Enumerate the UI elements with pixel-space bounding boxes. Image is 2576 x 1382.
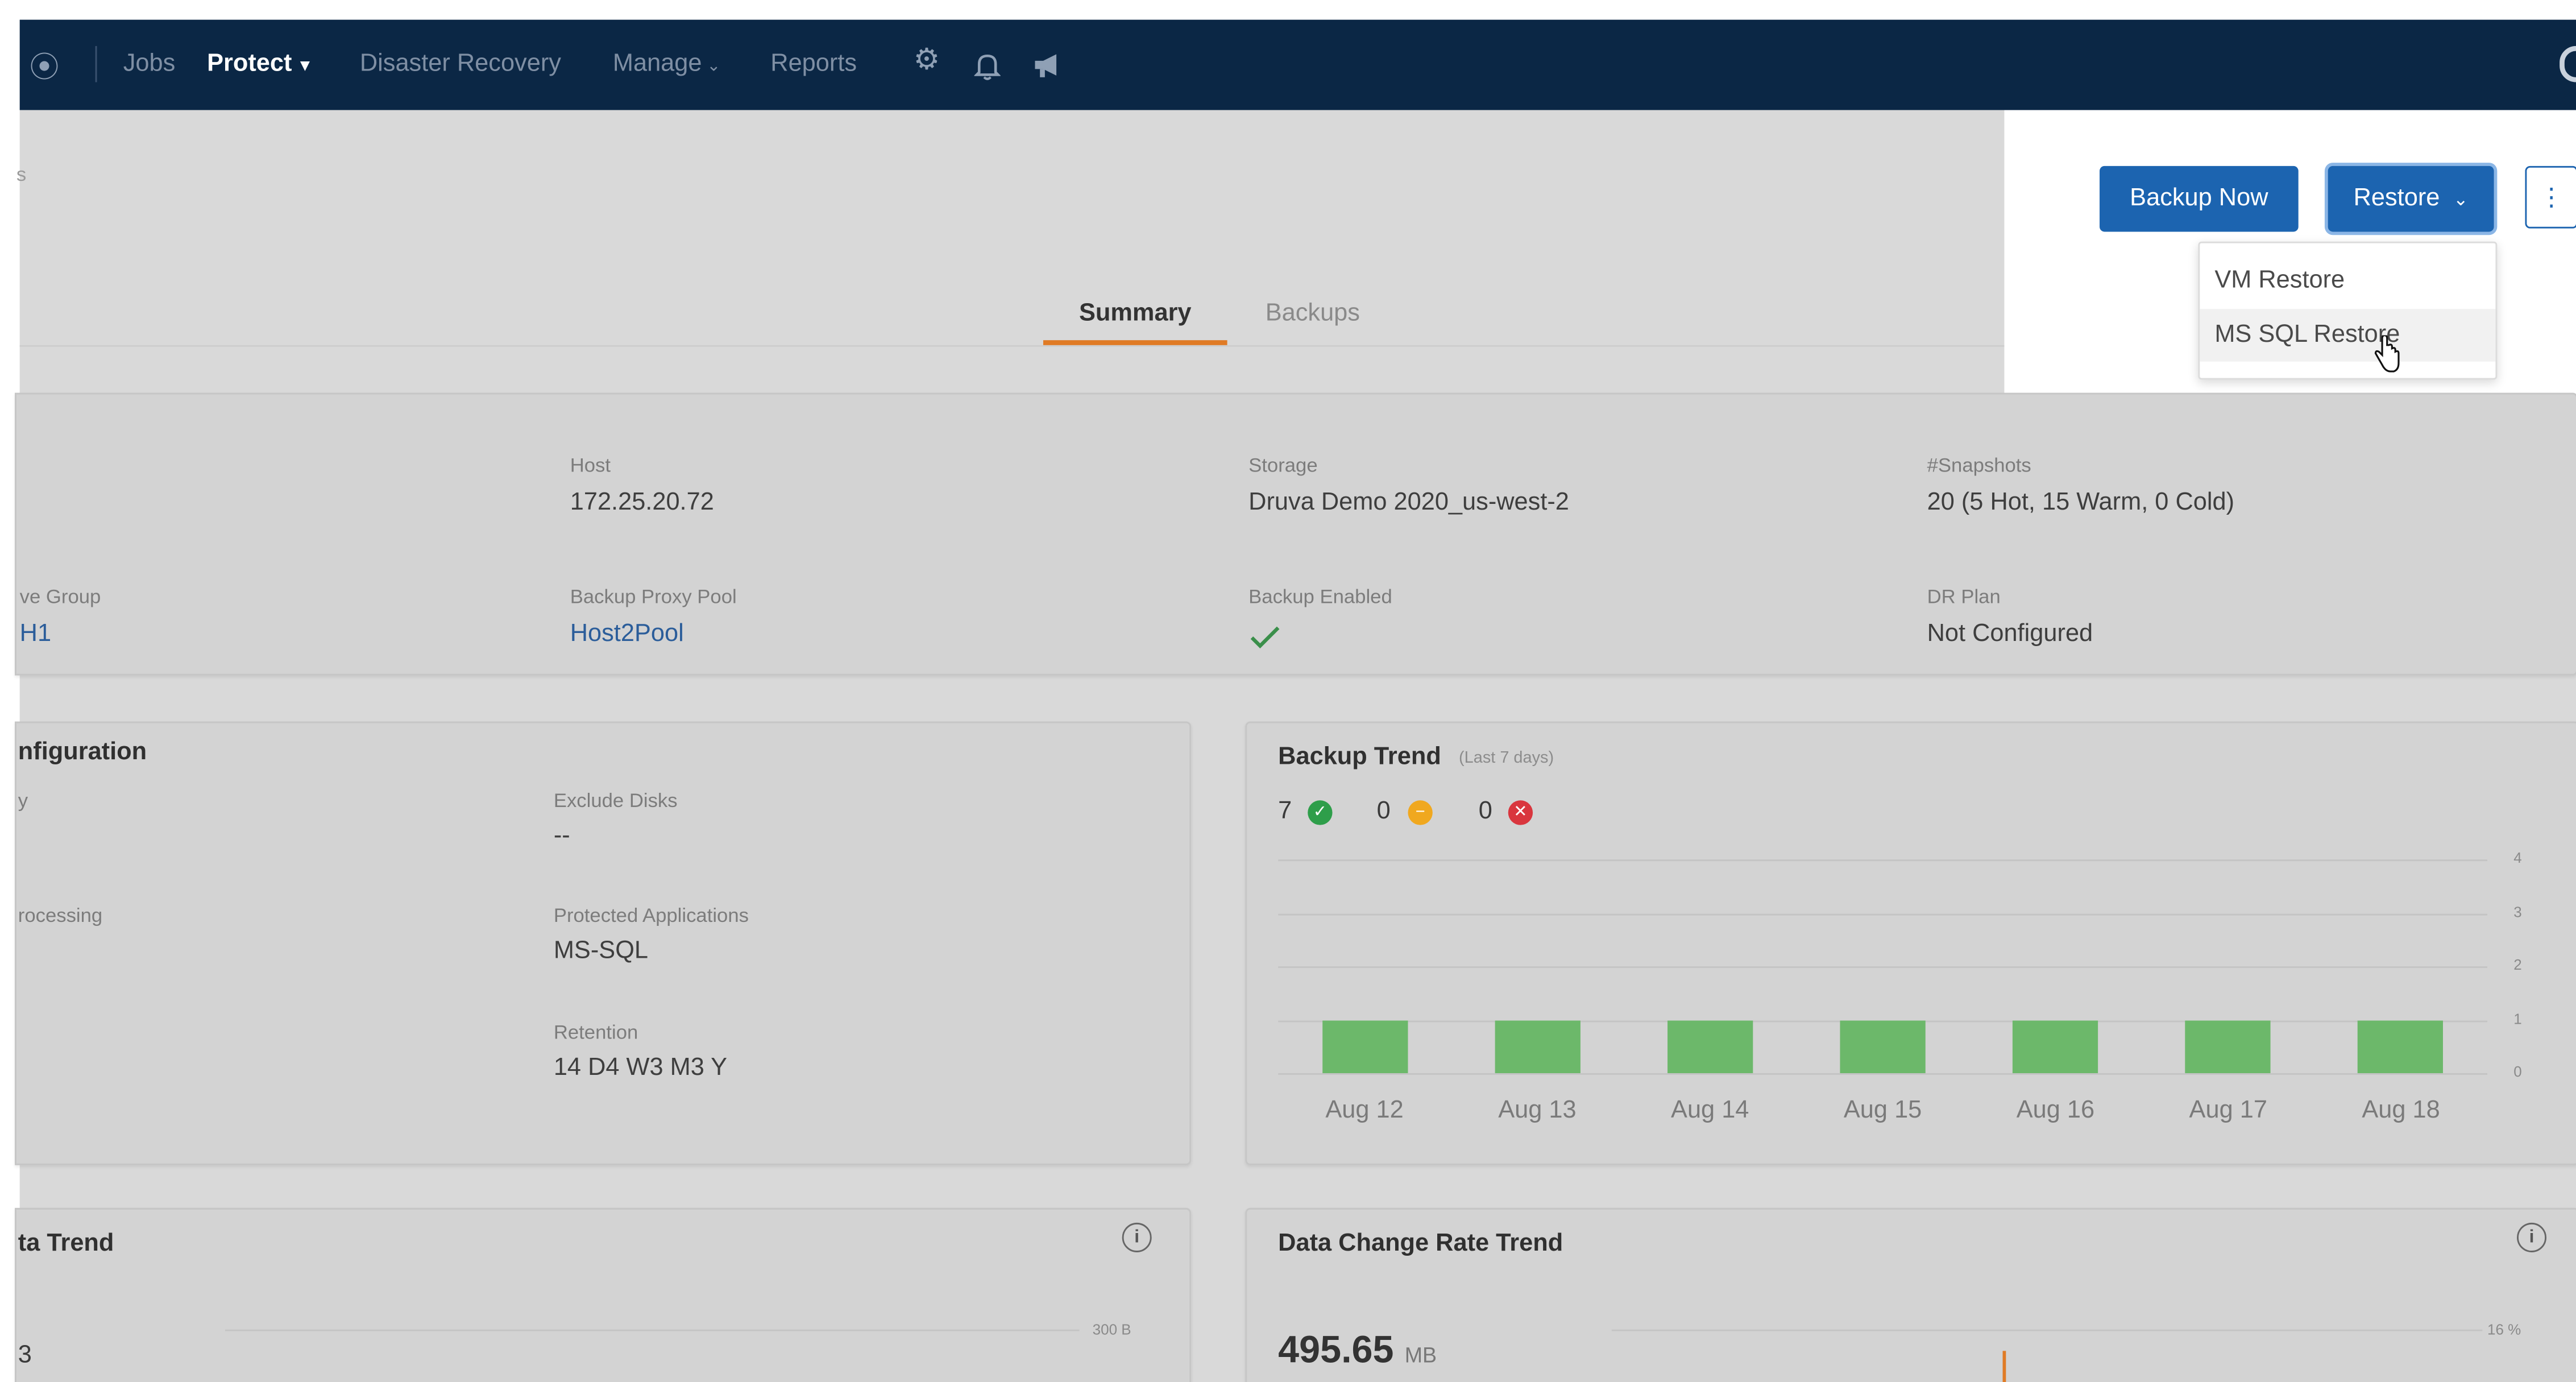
config-left-label-1: y (18, 789, 28, 812)
retention-value: 14 D4 W3 M3 Y (553, 1053, 728, 1082)
nav-disaster-recovery[interactable]: Disaster Recovery (360, 49, 561, 77)
y-tick-label: 3 (2513, 903, 2522, 920)
announcement-megaphone-icon[interactable] (1032, 52, 1065, 78)
data-trend-card: ta Trend i 3 300 B (15, 1207, 1192, 1382)
menu-item-ms-sql-restore[interactable]: MS SQL Restore (2200, 309, 2496, 362)
x-tick-label: Aug 16 (2016, 1096, 2095, 1124)
y-gridline (1278, 913, 2488, 915)
x-tick-label: Aug 15 (1843, 1096, 1922, 1124)
breadcrumb-fragment: s (16, 163, 27, 186)
backup-enabled-label: Backup Enabled (1248, 585, 1392, 609)
nav-divider (95, 45, 97, 82)
backup-trend-bar[interactable] (2013, 1020, 2098, 1073)
settings-gear-icon[interactable]: ⚙ (914, 43, 940, 77)
nav-protect-label: Protect (207, 49, 292, 77)
restore-dropdown-menu: VM Restore MS SQL Restore (2198, 241, 2498, 380)
snapshots-label: #Snapshots (1927, 453, 2031, 477)
page-body: s Backup Now Restore ⌄ ⋮ VM Restore MS S… (15, 110, 2576, 1382)
backup-trend-bar[interactable] (1840, 1020, 1926, 1073)
chevron-down-icon: ⌄ (2453, 191, 2469, 210)
y-tick-label: 4 (2513, 849, 2522, 866)
tab-summary-label: Summary (1078, 299, 1192, 328)
data-change-rate-spike (2002, 1351, 2006, 1382)
dr-plan-label: DR Plan (1927, 585, 2001, 609)
y-tick-label: 0 (2513, 1063, 2522, 1080)
host-value: 172.25.20.72 (570, 488, 714, 516)
notification-bell-icon[interactable] (974, 51, 1001, 81)
dr-plan-value: Not Configured (1927, 619, 2093, 648)
restore-button[interactable]: Restore ⌄ (2328, 165, 2494, 232)
configuration-title: nfiguration (18, 738, 147, 766)
backup-trend-bar[interactable] (1321, 1020, 1408, 1073)
storage-value: Druva Demo 2020_us-west-2 (1248, 488, 1569, 516)
x-tick-label: Aug 18 (2362, 1096, 2440, 1124)
menu-item-label: MS SQL Restore (2214, 320, 2400, 349)
y-tick-label: 2 (2513, 956, 2522, 973)
tab-backups-label: Backups (1265, 299, 1360, 328)
backup-trend-chart: 0 1 2 3 4 Aug 12 Aug 13 Aug 14 Aug 15 Aug 16 Aug 1… (1247, 723, 2576, 1163)
menu-item-vm-restore[interactable]: VM Restore (2200, 253, 2495, 305)
data-change-rate-title: Data Change Rate Trend (1278, 1229, 1563, 1257)
screenshot-canvas: ⦿ Jobs Protect ▼ Disaster Recovery Manage… (0, 0, 2576, 1382)
nav-reports[interactable]: Reports (770, 49, 857, 77)
y-gridline (1278, 1073, 2488, 1075)
data-change-rate-unit: MB (1404, 1342, 1437, 1368)
x-tick-label: Aug 13 (1498, 1096, 1577, 1124)
user-avatar[interactable] (2560, 45, 2576, 82)
backup-trend-bar[interactable] (2185, 1020, 2271, 1073)
x-tick-label: Aug 17 (2189, 1096, 2267, 1124)
y-gridline (1278, 859, 2488, 862)
nav-manage[interactable]: Manage ⌄ (613, 49, 721, 77)
nav-manage-label: Manage (612, 49, 702, 77)
data-trend-title: ta Trend (18, 1229, 114, 1257)
backup-now-button[interactable]: Backup Now (2100, 165, 2299, 232)
exclude-disks-value: -- (553, 821, 570, 850)
exclude-disks-label: Exclude Disks (553, 789, 678, 812)
data-change-rate-value: 495.65 (1278, 1327, 1394, 1371)
x-tick-label: Aug 12 (1325, 1096, 1404, 1124)
data-trend-axis-label: 300 B (1092, 1321, 1131, 1338)
data-change-rate-card: Data Change Rate Trend i 495.65 MB 16 % (1245, 1207, 2576, 1382)
data-trend-gridline (225, 1329, 1080, 1331)
retention-label: Retention (553, 1020, 638, 1044)
top-navigation-bar: ⦿ Jobs Protect ▼ Disaster Recovery Manage… (19, 19, 2576, 110)
snapshots-value: 20 (5 Hot, 15 Warm, 0 Cold) (1927, 488, 2235, 516)
storage-label: Storage (1248, 453, 1318, 477)
nav-protect[interactable]: Protect ▼ (207, 49, 313, 77)
backup-trend-bar[interactable] (2358, 1020, 2444, 1073)
tabs-divider (19, 345, 2005, 347)
host-label: Host (570, 453, 611, 477)
config-left-label-2: rocessing (18, 904, 103, 927)
backup-trend-bar[interactable] (1667, 1020, 1753, 1073)
protected-applications-label: Protected Applications (553, 904, 749, 927)
menu-item-label: VM Restore (2214, 266, 2345, 295)
nav-jobs[interactable]: Jobs (123, 49, 176, 77)
tab-summary[interactable]: Summary (1043, 283, 1227, 345)
circle-chevron-icon[interactable]: ⦿ (30, 44, 59, 87)
backup-trend-card: Backup Trend (Last 7 days) 7 ✓ 0 − 0 ✕ 0… (1245, 721, 2576, 1165)
y-tick-label: 1 (2513, 1009, 2522, 1027)
backup-proxy-pool-label: Backup Proxy Pool (570, 585, 737, 609)
data-change-rate-axis-label: 16 % (2487, 1321, 2521, 1338)
details-card: Host 172.25.20.72 Storage Druva Demo 202… (15, 392, 2576, 676)
data-trend-value: 3 (18, 1340, 32, 1369)
backup-trend-bar[interactable] (1494, 1020, 1581, 1073)
x-tick-label: Aug 14 (1671, 1096, 1749, 1124)
check-icon (1250, 626, 1280, 649)
info-icon[interactable]: i (2517, 1222, 2547, 1252)
y-gridline (1278, 966, 2488, 969)
chevron-down-icon: ⌄ (707, 57, 721, 76)
backup-proxy-pool-link[interactable]: Host2Pool (570, 619, 684, 647)
tab-backups[interactable]: Backups (1239, 283, 1387, 345)
restore-button-label: Restore (2353, 184, 2440, 212)
group-link[interactable]: H1 (20, 619, 51, 647)
protected-applications-value: MS-SQL (553, 937, 649, 965)
chevron-down-icon: ▼ (297, 57, 313, 76)
vertical-ellipsis-icon[interactable]: ⋮ (2525, 165, 2576, 229)
hand-pointer-cursor-icon (2374, 335, 2400, 373)
info-icon[interactable]: i (1122, 1222, 1152, 1252)
data-change-rate-gridline (1611, 1329, 2483, 1331)
group-label: ve Group (19, 585, 101, 609)
configuration-card: nfiguration y rocessing Exclude Disks --… (15, 721, 1192, 1165)
